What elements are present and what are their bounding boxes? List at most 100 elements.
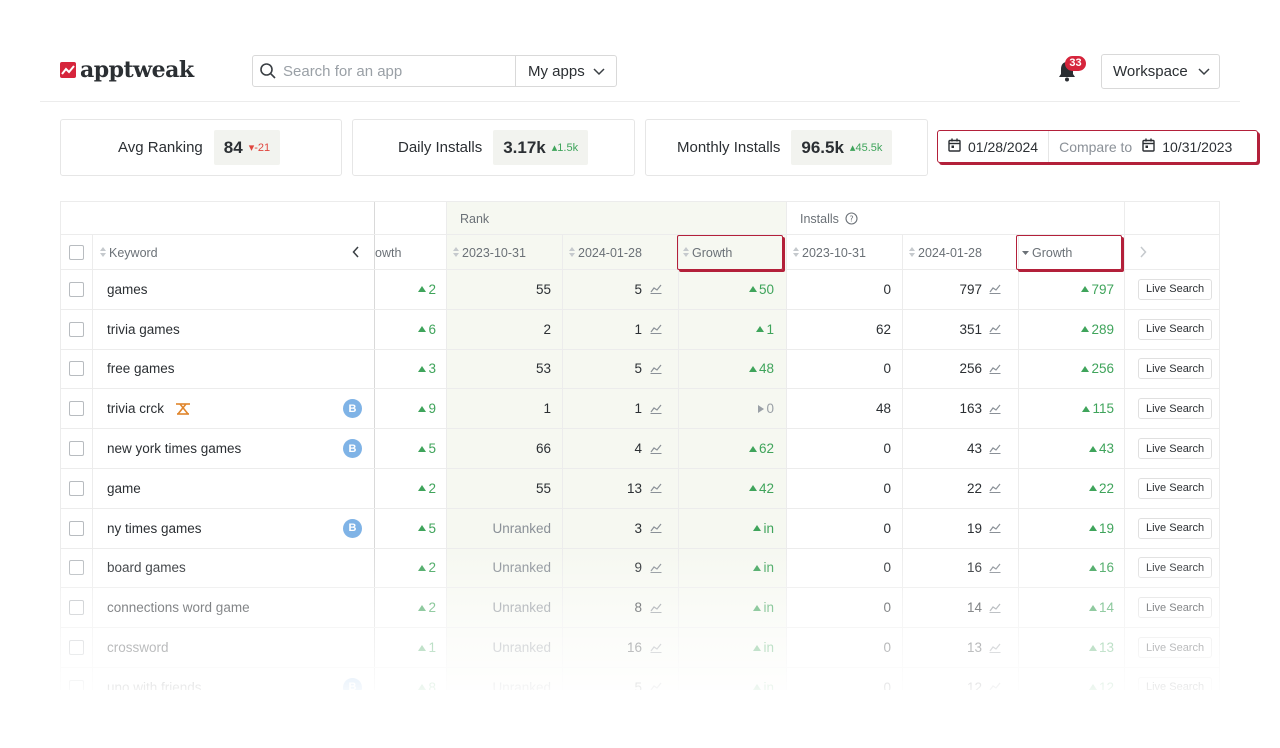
date-range-picker[interactable]: 01/28/2024 Compare to 10/31/2023 (937, 130, 1258, 163)
collapse-columns-button[interactable] (347, 243, 365, 261)
installs-chart-icon[interactable] (989, 588, 1001, 627)
installs-chart-icon[interactable] (989, 668, 1001, 690)
rank-chart-icon[interactable] (650, 310, 662, 349)
kpi-delta: ▾-21 (248, 142, 271, 154)
row-checkbox[interactable] (69, 389, 84, 428)
live-search-button[interactable]: Live Search (1138, 509, 1213, 548)
row-checkbox[interactable] (69, 509, 84, 548)
live-search-button[interactable]: Live Search (1138, 549, 1213, 588)
row-checkbox[interactable] (69, 668, 84, 690)
installs-chart-icon[interactable] (989, 549, 1001, 588)
my-apps-dropdown[interactable]: My apps (515, 56, 617, 86)
installs-chart-icon[interactable] (989, 310, 1001, 349)
live-search-button[interactable]: Live Search (1138, 588, 1213, 627)
rank-curr-cell: 5 (634, 361, 642, 377)
row-checkbox[interactable] (69, 549, 84, 588)
live-search-button[interactable]: Live Search (1138, 469, 1213, 508)
installs-chart-icon[interactable] (989, 350, 1001, 389)
row-checkbox[interactable] (69, 310, 84, 349)
keyword-cell[interactable]: uno with friends (107, 668, 202, 690)
column-header-installs-prev[interactable]: 2023-10-31 (793, 235, 866, 270)
keyword-cell[interactable]: connections word game (107, 588, 250, 627)
keyword-cell[interactable]: crossword (107, 628, 169, 667)
row-checkbox[interactable] (69, 628, 84, 667)
column-header-rank-curr[interactable]: 2024-01-28 (569, 235, 642, 270)
keyword-cell[interactable]: ny times games (107, 509, 202, 548)
rank-chart-icon[interactable] (650, 270, 662, 309)
live-search-button[interactable]: Live Search (1138, 628, 1213, 667)
rank-chart-icon[interactable] (650, 588, 662, 627)
table-row[interactable]: new york times games B 5 66 4 62 0 43 43 Live Sea… (60, 429, 1220, 469)
installs-chart-icon[interactable] (989, 429, 1001, 468)
triangle-up-icon (748, 365, 757, 372)
table-row[interactable]: uno with friends B 8 Unranked 5 in 0 12 12 Live S… (60, 668, 1220, 690)
keyword-cell[interactable]: games (107, 270, 148, 309)
calendar-icon (948, 138, 961, 155)
table-row[interactable]: game 2 55 13 42 0 22 22 Live Search (60, 469, 1220, 509)
column-header-rank-prev[interactable]: 2023-10-31 (453, 235, 526, 270)
rank-chart-icon[interactable] (650, 668, 662, 690)
expand-columns-button[interactable] (1134, 243, 1152, 261)
select-all-checkbox[interactable] (69, 235, 84, 270)
table-row[interactable]: trivia crck B 9 1 1 0 48 163 115 Live Search (60, 389, 1220, 430)
compare-date-picker[interactable]: Compare to 10/31/2023 (1048, 131, 1242, 162)
table-row[interactable]: crossword 1 Unranked 16 in 0 13 13 Live Search (60, 628, 1220, 668)
installs-chart-icon[interactable] (989, 509, 1001, 548)
column-header-keyword[interactable]: Keyword (100, 235, 158, 270)
date-picker[interactable]: 01/28/2024 (938, 131, 1048, 162)
rank-chart-icon[interactable] (650, 549, 662, 588)
search-input[interactable] (283, 62, 513, 80)
rank-chart-icon[interactable] (650, 509, 662, 548)
row-checkbox[interactable] (69, 429, 84, 468)
table-row[interactable]: board games 2 Unranked 9 in 0 16 16 Live Search (60, 549, 1220, 589)
keyword-text: free games (107, 361, 175, 377)
rank-prev-cell: Unranked (492, 600, 551, 616)
installs-chart-icon[interactable] (989, 270, 1001, 309)
help-icon[interactable]: ? (845, 212, 858, 225)
row-checkbox[interactable] (69, 350, 84, 389)
keyword-cell[interactable]: game (107, 469, 141, 508)
keyword-cell[interactable]: trivia crck (107, 389, 192, 428)
apptweak-logo[interactable]: apptweak (60, 57, 194, 83)
column-header-installs-curr[interactable]: 2024-01-28 (909, 235, 982, 270)
rank-chart-icon[interactable] (650, 469, 662, 508)
live-search-button[interactable]: Live Search (1138, 310, 1213, 349)
column-header-growth-partial[interactable]: owth (375, 235, 401, 270)
installs-chart-icon[interactable] (989, 389, 1001, 428)
triangle-up-icon (418, 485, 427, 492)
table-row[interactable]: connections word game 2 Unranked 8 in 0 14 14 Li… (60, 588, 1220, 629)
branded-badge: B (343, 668, 362, 690)
installs-chart-icon[interactable] (989, 469, 1001, 508)
row-checkbox[interactable] (69, 469, 84, 508)
table-row[interactable]: trivia games 6 2 1 1 62 351 289 Live Search (60, 310, 1220, 350)
installs-chart-icon[interactable] (989, 628, 1001, 667)
rank-growth-cell: 0 (678, 389, 774, 428)
live-search-button[interactable]: Live Search (1138, 389, 1213, 428)
rank-chart-icon[interactable] (650, 350, 662, 389)
rank-curr-cell: 9 (634, 560, 642, 576)
live-search-button[interactable]: Live Search (1138, 350, 1213, 389)
keyword-cell[interactable]: trivia games (107, 310, 180, 349)
table-row[interactable]: ny times games B 5 Unranked 3 in 0 19 19 Live Sea… (60, 509, 1220, 549)
installs-growth-cell: 43 (1018, 429, 1114, 468)
top-header: apptweak My apps 33 Workspace (40, 40, 1240, 102)
table-row[interactable]: games 2 55 5 50 0 797 797 Live Search (60, 270, 1220, 310)
table-row[interactable]: free games 3 53 5 48 0 256 256 Live Search (60, 350, 1220, 390)
keyword-text: ny times games (107, 520, 202, 536)
rank-chart-icon[interactable] (650, 628, 662, 667)
rank-chart-icon[interactable] (650, 389, 662, 428)
workspace-dropdown[interactable]: Workspace (1101, 54, 1220, 89)
live-search-button[interactable]: Live Search (1138, 668, 1213, 690)
keyword-cell[interactable]: free games (107, 350, 175, 389)
keyword-cell[interactable]: board games (107, 549, 186, 588)
row-checkbox[interactable] (69, 588, 84, 627)
row-checkbox[interactable] (69, 270, 84, 309)
rank-chart-icon[interactable] (650, 429, 662, 468)
triangle-right-icon (758, 404, 765, 413)
triangle-up-icon (756, 326, 765, 333)
keyword-cell[interactable]: new york times games (107, 429, 241, 468)
rank-growth-cell: 50 (678, 270, 774, 309)
live-search-button[interactable]: Live Search (1138, 270, 1213, 309)
live-search-button[interactable]: Live Search (1138, 429, 1213, 468)
rank-curr-cell: 5 (634, 281, 642, 297)
